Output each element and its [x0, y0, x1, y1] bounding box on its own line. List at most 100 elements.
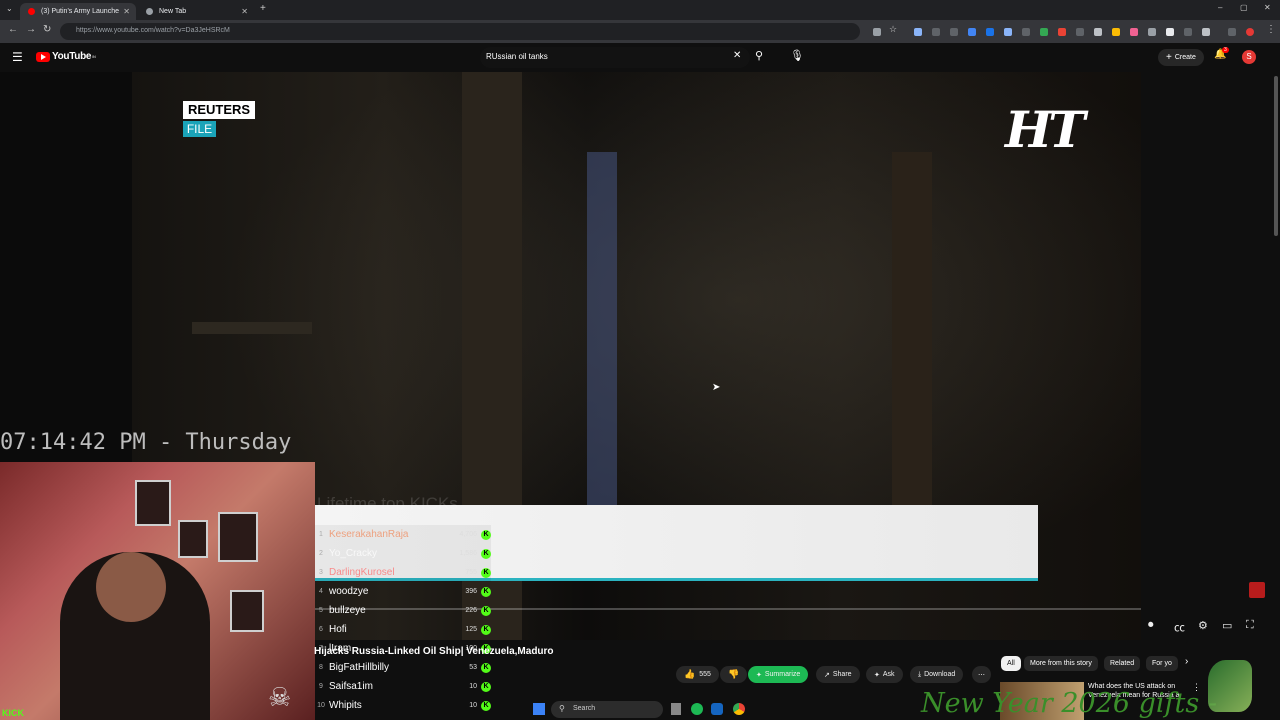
- extension-icon[interactable]: [1022, 28, 1030, 36]
- extension-icon[interactable]: [914, 28, 922, 36]
- extension-icon[interactable]: [1004, 28, 1012, 36]
- chip-more-from-story[interactable]: More from this story: [1024, 656, 1098, 671]
- address-bar[interactable]: https://www.youtube.com/watch?v=Da3JeHSR…: [60, 23, 860, 40]
- close-tab-icon[interactable]: ✕: [241, 7, 248, 16]
- fullscreen-icon[interactable]: ⛶: [1246, 619, 1254, 632]
- extension-icon[interactable]: [986, 28, 994, 36]
- extension-icon[interactable]: [1166, 28, 1174, 36]
- leaderboard-score: 4,706: [459, 531, 477, 538]
- settings-gear-icon[interactable]: ⚙: [1198, 619, 1208, 632]
- profile-icon[interactable]: [1246, 28, 1254, 36]
- like-button[interactable]: 👍 555: [676, 666, 719, 683]
- notification-count: 3: [1222, 47, 1229, 53]
- sparkle-icon: ✦: [756, 671, 762, 679]
- leaderboard-row: 4 woodzye 396 K: [315, 582, 491, 601]
- search-input[interactable]: RUssian oil tanks: [480, 47, 750, 68]
- channel-watermark-icon[interactable]: [1249, 582, 1265, 598]
- miniplayer-icon[interactable]: ▭: [1222, 619, 1232, 632]
- summarize-button[interactable]: ✦ Summarize: [748, 666, 809, 683]
- extension-icon[interactable]: [1112, 28, 1120, 36]
- install-icon[interactable]: [873, 28, 881, 36]
- create-button[interactable]: + Create: [1158, 49, 1204, 66]
- youtube-logo[interactable]: YouTube IN: [36, 51, 96, 62]
- search-icon[interactable]: ⚲: [755, 49, 763, 62]
- wall-poster: [135, 480, 171, 526]
- leaderboard-rank: 10: [317, 702, 325, 709]
- ask-button[interactable]: ✦ Ask: [866, 666, 903, 683]
- skull-icon: ☠: [268, 682, 292, 712]
- extension-icon[interactable]: [1040, 28, 1048, 36]
- scrollbar-thumb[interactable]: [1274, 76, 1278, 236]
- logo-country: IN: [92, 54, 96, 59]
- more-icon: ⋯: [978, 671, 985, 679]
- extension-icon[interactable]: [1148, 28, 1156, 36]
- downloads-icon[interactable]: [1228, 28, 1236, 36]
- mic-icon[interactable]: 🎙: [790, 49, 804, 62]
- taskbar-search[interactable]: ⚲ Search: [551, 701, 663, 718]
- extension-icon[interactable]: [1076, 28, 1084, 36]
- reload-icon[interactable]: ↻: [43, 24, 51, 35]
- autoplay-toggle[interactable]: ⏺: [1148, 619, 1154, 632]
- forward-icon[interactable]: →: [26, 24, 36, 35]
- extension-icon[interactable]: [950, 28, 958, 36]
- extension-icon[interactable]: [1094, 28, 1102, 36]
- extension-icon[interactable]: [1184, 28, 1192, 36]
- leaderboard-row: 5 bullzeye 226 K: [315, 601, 491, 620]
- share-button[interactable]: ↗ Share: [816, 666, 860, 683]
- leaderboard-heading: Lifetime top KICKs: [317, 494, 458, 513]
- new-tab-button[interactable]: +: [260, 3, 266, 14]
- tab-youtube[interactable]: (3) Putin's Army Launche ✕: [20, 3, 136, 20]
- window-close-icon[interactable]: ✕: [1264, 3, 1271, 12]
- page-scrollbar[interactable]: [1272, 72, 1280, 720]
- tab-new-tab[interactable]: New Tab ✕: [138, 3, 254, 20]
- extension-icon[interactable]: [1058, 28, 1066, 36]
- extension-icon[interactable]: [1130, 28, 1138, 36]
- chip-all[interactable]: All: [1001, 656, 1021, 671]
- chip-related[interactable]: Related: [1104, 656, 1141, 671]
- task-view-icon[interactable]: [671, 703, 681, 715]
- leaderboard-name: DarlingKurosel: [329, 567, 395, 578]
- chrome-icon[interactable]: [733, 703, 745, 715]
- tab-search-icon[interactable]: ⌄: [6, 4, 13, 13]
- leaderboard-score: 125: [465, 626, 477, 633]
- bookmark-star-icon[interactable]: ☆: [889, 24, 897, 35]
- chevron-right-icon[interactable]: ›: [1185, 656, 1188, 667]
- spotify-icon[interactable]: [691, 703, 703, 715]
- kick-badge-icon: K: [481, 681, 491, 692]
- leaderboard-score: 1,586: [459, 550, 477, 557]
- maximize-icon[interactable]: ▢: [1240, 3, 1248, 12]
- close-tab-icon[interactable]: ✕: [123, 7, 130, 16]
- clear-search-icon[interactable]: ✕: [733, 50, 741, 61]
- plus-icon: +: [1166, 52, 1172, 63]
- download-button[interactable]: ⤓ Download: [910, 666, 964, 683]
- menu-icon[interactable]: ☰: [12, 50, 23, 64]
- chip-for-you[interactable]: For yo: [1146, 656, 1178, 671]
- minimize-icon[interactable]: –: [1218, 3, 1222, 12]
- thumbs-up-icon: 👍: [684, 669, 696, 679]
- scene-pillar: [892, 152, 932, 552]
- leaderboard-row: 8 BigFatHillbilly 53 K: [315, 658, 491, 677]
- reuters-label: REUTERS: [183, 101, 255, 119]
- youtube-play-icon: [36, 51, 50, 62]
- browser-toolbar: ← → ↻ https://www.youtube.com/watch?v=Da…: [0, 20, 1280, 43]
- extensions-puzzle-icon[interactable]: [1202, 28, 1210, 36]
- subtitles-icon[interactable]: ㏄: [1174, 619, 1185, 635]
- steam-icon[interactable]: [711, 703, 723, 715]
- back-icon[interactable]: ←: [8, 24, 18, 35]
- extension-icon[interactable]: [932, 28, 940, 36]
- avatar[interactable]: S: [1242, 50, 1256, 64]
- kick-badge-icon: K: [481, 548, 491, 559]
- leaderboard-name: KeserakahanRaja: [329, 529, 409, 540]
- dislike-button[interactable]: 👎: [720, 666, 748, 683]
- ask-label: Ask: [882, 671, 895, 678]
- download-icon: ⤓: [918, 670, 922, 678]
- extension-icon[interactable]: [968, 28, 976, 36]
- windows-start-icon[interactable]: [533, 703, 545, 715]
- video-title: Hijacks Russia-Linked Oil Ship| Venezuel…: [314, 646, 554, 657]
- browser-menu-icon[interactable]: ⋮: [1266, 24, 1276, 35]
- mouse-cursor-icon: ➤: [712, 382, 721, 393]
- windows-taskbar: ⚲ Search: [527, 699, 777, 720]
- more-actions-button[interactable]: ⋯: [972, 666, 991, 683]
- wall-poster: [178, 520, 208, 558]
- leaderboard-name: bullzeye: [329, 605, 366, 616]
